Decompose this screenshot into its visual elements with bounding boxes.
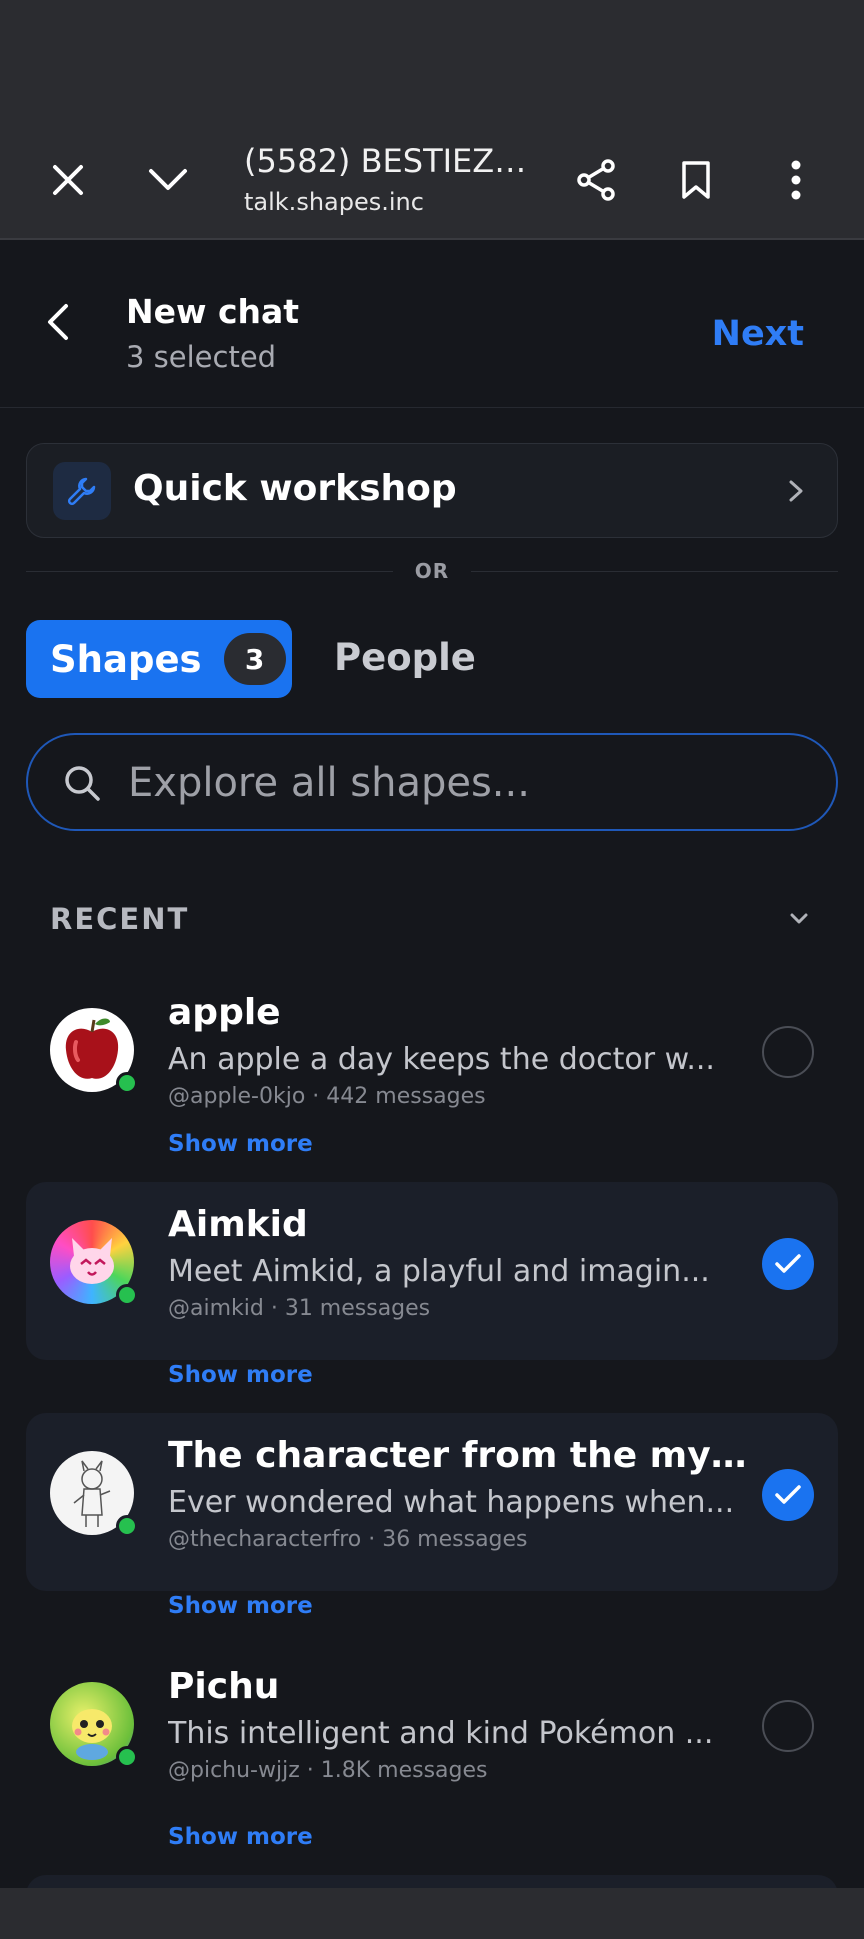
share-icon bbox=[577, 159, 615, 201]
show-more-button[interactable]: Show more bbox=[168, 1131, 313, 1157]
list-item[interactable]: Pichu This intelligent and kind Pokémon … bbox=[26, 1644, 838, 1822]
shape-name: Aimkid bbox=[168, 1204, 308, 1245]
tab-shapes-label: Shapes bbox=[50, 637, 202, 681]
divider-line bbox=[471, 570, 838, 572]
chevron-down-icon bbox=[149, 169, 187, 190]
chevron-right-icon bbox=[789, 480, 803, 502]
show-more-button[interactable]: Show more bbox=[168, 1593, 313, 1619]
online-status-dot bbox=[116, 1515, 138, 1537]
shape-description: Ever wondered what happens when... bbox=[168, 1485, 735, 1520]
back-button[interactable] bbox=[28, 292, 88, 352]
or-text: OR bbox=[414, 559, 450, 583]
list-item[interactable]: The character from the my tr... Ever won… bbox=[26, 1413, 838, 1591]
shape-meta: @pichu-wjjz · 1.8K messages bbox=[168, 1758, 488, 1783]
search-bar bbox=[26, 733, 838, 831]
chevron-left-icon bbox=[48, 304, 68, 340]
show-more-button[interactable]: Show more bbox=[168, 1362, 313, 1388]
page-title: (5582) BESTIEZZ... bbox=[244, 142, 534, 180]
wrench-icon bbox=[53, 462, 111, 520]
recent-section-header: RECENT bbox=[50, 902, 190, 936]
app-header: New chat 3 selected Next bbox=[0, 242, 864, 408]
more-vertical-icon bbox=[791, 160, 801, 200]
system-navigation-bar bbox=[0, 1888, 864, 1939]
browser-toolbar: (5582) BESTIEZZ... talk.shapes.inc bbox=[0, 120, 864, 240]
select-checkbox[interactable] bbox=[762, 1469, 814, 1521]
online-status-dot bbox=[116, 1746, 138, 1768]
select-checkbox[interactable] bbox=[762, 1026, 814, 1078]
search-icon bbox=[65, 766, 100, 801]
list-item[interactable]: apple An apple a day keeps the doctor w.… bbox=[26, 970, 838, 1148]
avatar bbox=[50, 1451, 138, 1537]
show-more-button[interactable]: Show more bbox=[168, 1824, 313, 1850]
more-options-button[interactable] bbox=[766, 150, 826, 210]
select-checkbox[interactable] bbox=[762, 1238, 814, 1290]
online-status-dot bbox=[116, 1072, 138, 1094]
avatar bbox=[50, 1220, 138, 1306]
bookmark-icon bbox=[682, 161, 710, 199]
header-title: New chat bbox=[126, 292, 300, 331]
close-tab-button[interactable] bbox=[38, 150, 98, 210]
avatar bbox=[50, 1008, 138, 1094]
shape-description: Meet Aimkid, a playful and imagin... bbox=[168, 1254, 710, 1289]
online-status-dot bbox=[116, 1284, 138, 1306]
shape-meta: @thecharacterfro · 36 messages bbox=[168, 1527, 528, 1552]
shape-name: apple bbox=[168, 992, 281, 1033]
or-divider: OR bbox=[26, 556, 838, 586]
quick-workshop-button[interactable]: Quick workshop bbox=[26, 443, 838, 538]
shape-description: An apple a day keeps the doctor w... bbox=[168, 1042, 715, 1077]
select-checkbox[interactable] bbox=[762, 1700, 814, 1752]
selected-count: 3 selected bbox=[126, 340, 277, 374]
page-url: talk.shapes.inc bbox=[244, 188, 424, 216]
checkmark-icon bbox=[775, 1485, 801, 1504]
shape-name: Pichu bbox=[168, 1666, 280, 1707]
tab-shapes[interactable]: Shapes 3 bbox=[26, 620, 292, 698]
share-button[interactable] bbox=[566, 150, 626, 210]
next-button[interactable]: Next bbox=[712, 314, 804, 354]
divider-line bbox=[26, 570, 393, 572]
status-area bbox=[0, 0, 864, 120]
checkmark-icon bbox=[775, 1254, 801, 1273]
chevron-down-icon[interactable] bbox=[786, 906, 812, 932]
collapse-button[interactable] bbox=[138, 150, 198, 210]
close-icon bbox=[53, 165, 83, 195]
shape-name: The character from the my tr... bbox=[168, 1435, 758, 1476]
shape-description: This intelligent and kind Pokémon ... bbox=[168, 1716, 714, 1751]
bookmark-button[interactable] bbox=[666, 150, 726, 210]
shape-meta: @aimkid · 31 messages bbox=[168, 1296, 431, 1321]
search-input[interactable] bbox=[128, 753, 808, 813]
list-item[interactable]: Aimkid Meet Aimkid, a playful and imagin… bbox=[26, 1182, 838, 1360]
avatar bbox=[50, 1682, 138, 1768]
quick-workshop-label: Quick workshop bbox=[133, 468, 457, 509]
shapes-count-badge: 3 bbox=[223, 633, 286, 685]
tab-people[interactable]: People bbox=[334, 636, 476, 679]
shape-meta: @apple-0kjo · 442 messages bbox=[168, 1084, 486, 1109]
